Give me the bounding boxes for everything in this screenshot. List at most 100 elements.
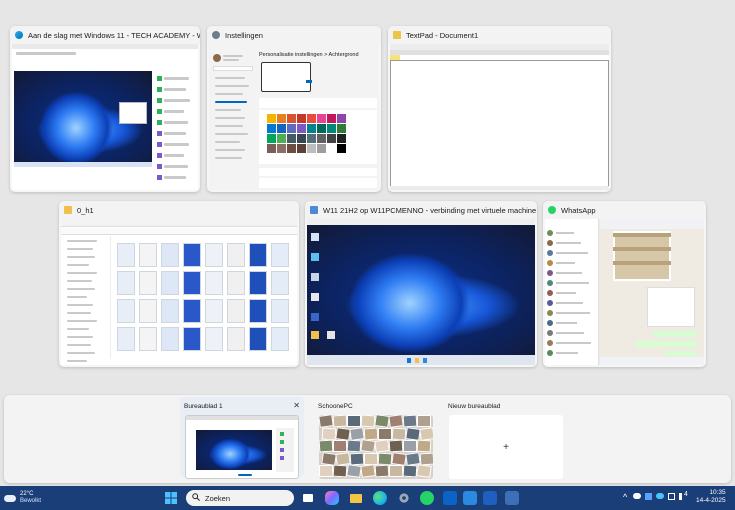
window-title-bar[interactable]: Instellingen [207, 26, 381, 44]
file-thumbnail [205, 243, 223, 267]
file-thumbnail [161, 299, 179, 323]
chat-list-item[interactable] [547, 349, 597, 358]
avatar [547, 290, 553, 296]
close-desktop-button[interactable]: ✕ [293, 401, 300, 410]
photo-tile [374, 439, 390, 453]
window-title-bar[interactable]: TextPad - Document1 [388, 26, 611, 44]
window-explorer[interactable]: 0_h1 [59, 201, 299, 367]
edge-icon[interactable] [373, 491, 387, 505]
file-thumbnail [139, 243, 157, 267]
file-thumbnail [205, 271, 223, 295]
window-tech-academy[interactable]: Aan de slag met Windows 11 - TECH ACADEM… [10, 26, 200, 192]
avatar [547, 270, 553, 276]
window-settings[interactable]: Instellingen Personalisatie instellingen… [207, 26, 381, 192]
chat-list-item[interactable] [547, 269, 597, 278]
photo-tile [347, 415, 361, 427]
search-placeholder: Zoeken [205, 493, 231, 503]
file-thumbnail [183, 271, 201, 295]
clock[interactable]: 10:35 14-4-2025 [696, 489, 726, 505]
weather-description: Bewolkt [20, 498, 42, 504]
photo-tile [419, 452, 433, 465]
color-swatch [307, 144, 316, 153]
chat-list-item[interactable] [547, 319, 597, 328]
window-title: 0_h1 [77, 205, 94, 215]
chat-list-item[interactable] [547, 249, 597, 258]
new-desktop[interactable]: Nieuw bureaublad + [444, 397, 568, 479]
desktop-label: Nieuw bureaublad [448, 403, 501, 410]
window-textpad[interactable]: TextPad - Document1 [388, 26, 611, 192]
weather-widget[interactable]: 22°C Bewolkt [4, 489, 41, 507]
dropbox-icon[interactable] [645, 493, 652, 500]
desktop-label: SchoonePC [318, 403, 353, 410]
chat-list-item[interactable] [547, 229, 597, 238]
search-box[interactable]: Zoeken [186, 490, 294, 506]
color-swatch [297, 124, 306, 133]
onedrive-business-icon[interactable] [656, 493, 664, 499]
copilot-icon[interactable] [325, 491, 339, 505]
search-icon [192, 493, 200, 503]
avatar [547, 330, 553, 336]
whatsapp-icon[interactable] [420, 491, 434, 505]
window-title: Aan de slag met Windows 11 - TECH ACADEM… [28, 30, 200, 40]
file-explorer-icon[interactable] [349, 491, 363, 505]
file-thumbnail [183, 327, 201, 351]
chat-list-item[interactable] [547, 299, 597, 308]
window-title-bar[interactable]: WhatsApp [543, 201, 706, 219]
tray-icons [633, 493, 686, 500]
desktop-1[interactable]: Bureaublad 1 ✕ [180, 397, 304, 479]
file-thumbnail [161, 243, 179, 267]
settings-gear-icon[interactable] [397, 491, 411, 505]
word-icon[interactable] [483, 491, 497, 505]
chat-list-item[interactable] [547, 339, 597, 348]
chat-list-item[interactable] [547, 279, 597, 288]
network-icon[interactable] [668, 493, 675, 500]
avatar [547, 230, 553, 236]
color-swatch [297, 134, 306, 143]
window-title-bar[interactable]: W11 21H2 op W11PCMENNO - verbinding met … [305, 201, 537, 219]
photo-tile [349, 452, 365, 465]
window-preview [545, 219, 704, 365]
avatar [547, 260, 553, 266]
new-desktop-button[interactable]: + [449, 415, 563, 479]
color-swatch [307, 124, 316, 133]
teams-icon[interactable] [463, 491, 477, 505]
color-swatch [307, 134, 316, 143]
onedrive-icon[interactable] [633, 493, 641, 499]
chat-list-item[interactable] [547, 289, 597, 298]
photo-tile [333, 440, 347, 452]
outlook-icon[interactable] [443, 491, 457, 505]
chat-list-item[interactable] [547, 239, 597, 248]
avatar [547, 350, 553, 356]
window-title-bar[interactable]: 0_h1 [59, 201, 299, 219]
photo-tile [363, 427, 379, 440]
desktop-2[interactable]: SchoonePC [314, 397, 438, 479]
vm-connect-icon [310, 206, 318, 214]
chat-list-item[interactable] [547, 329, 597, 338]
taskbar: 22°C Bewolkt Zoeken ^ 4 10:35 14-4-2025 [0, 486, 735, 510]
color-swatch [337, 114, 346, 123]
color-swatch [337, 124, 346, 133]
color-swatch [267, 144, 276, 153]
file-thumbnail [205, 299, 223, 323]
chat-list-item[interactable] [547, 259, 597, 268]
avatar [547, 300, 553, 306]
file-thumbnail [271, 271, 289, 295]
file-thumbnail [117, 327, 135, 351]
notification-count[interactable]: 4 [684, 491, 688, 498]
photo-tile [416, 464, 432, 478]
chat-list-item[interactable] [547, 309, 597, 318]
window-whatsapp[interactable]: WhatsApp [543, 201, 706, 367]
color-swatch [267, 124, 276, 133]
window-title-bar[interactable]: Aan de slag met Windows 11 - TECH ACADEM… [10, 26, 200, 44]
virtual-desktops-bar: Bureaublad 1 ✕ SchoonePC Nieuw bureaubla… [4, 395, 731, 483]
start-icon[interactable] [164, 491, 178, 505]
color-swatch [337, 134, 346, 143]
file-thumbnail [249, 299, 267, 323]
window-virtual-machine[interactable]: W11 21H2 op W11PCMENNO - verbinding met … [305, 201, 537, 367]
chevron-up-icon[interactable]: ^ [623, 492, 627, 502]
color-swatch [287, 144, 296, 153]
task-view-icon[interactable] [301, 491, 315, 505]
photo-tile [378, 427, 392, 440]
color-swatch [297, 114, 306, 123]
vm-connect-icon[interactable] [505, 491, 519, 505]
